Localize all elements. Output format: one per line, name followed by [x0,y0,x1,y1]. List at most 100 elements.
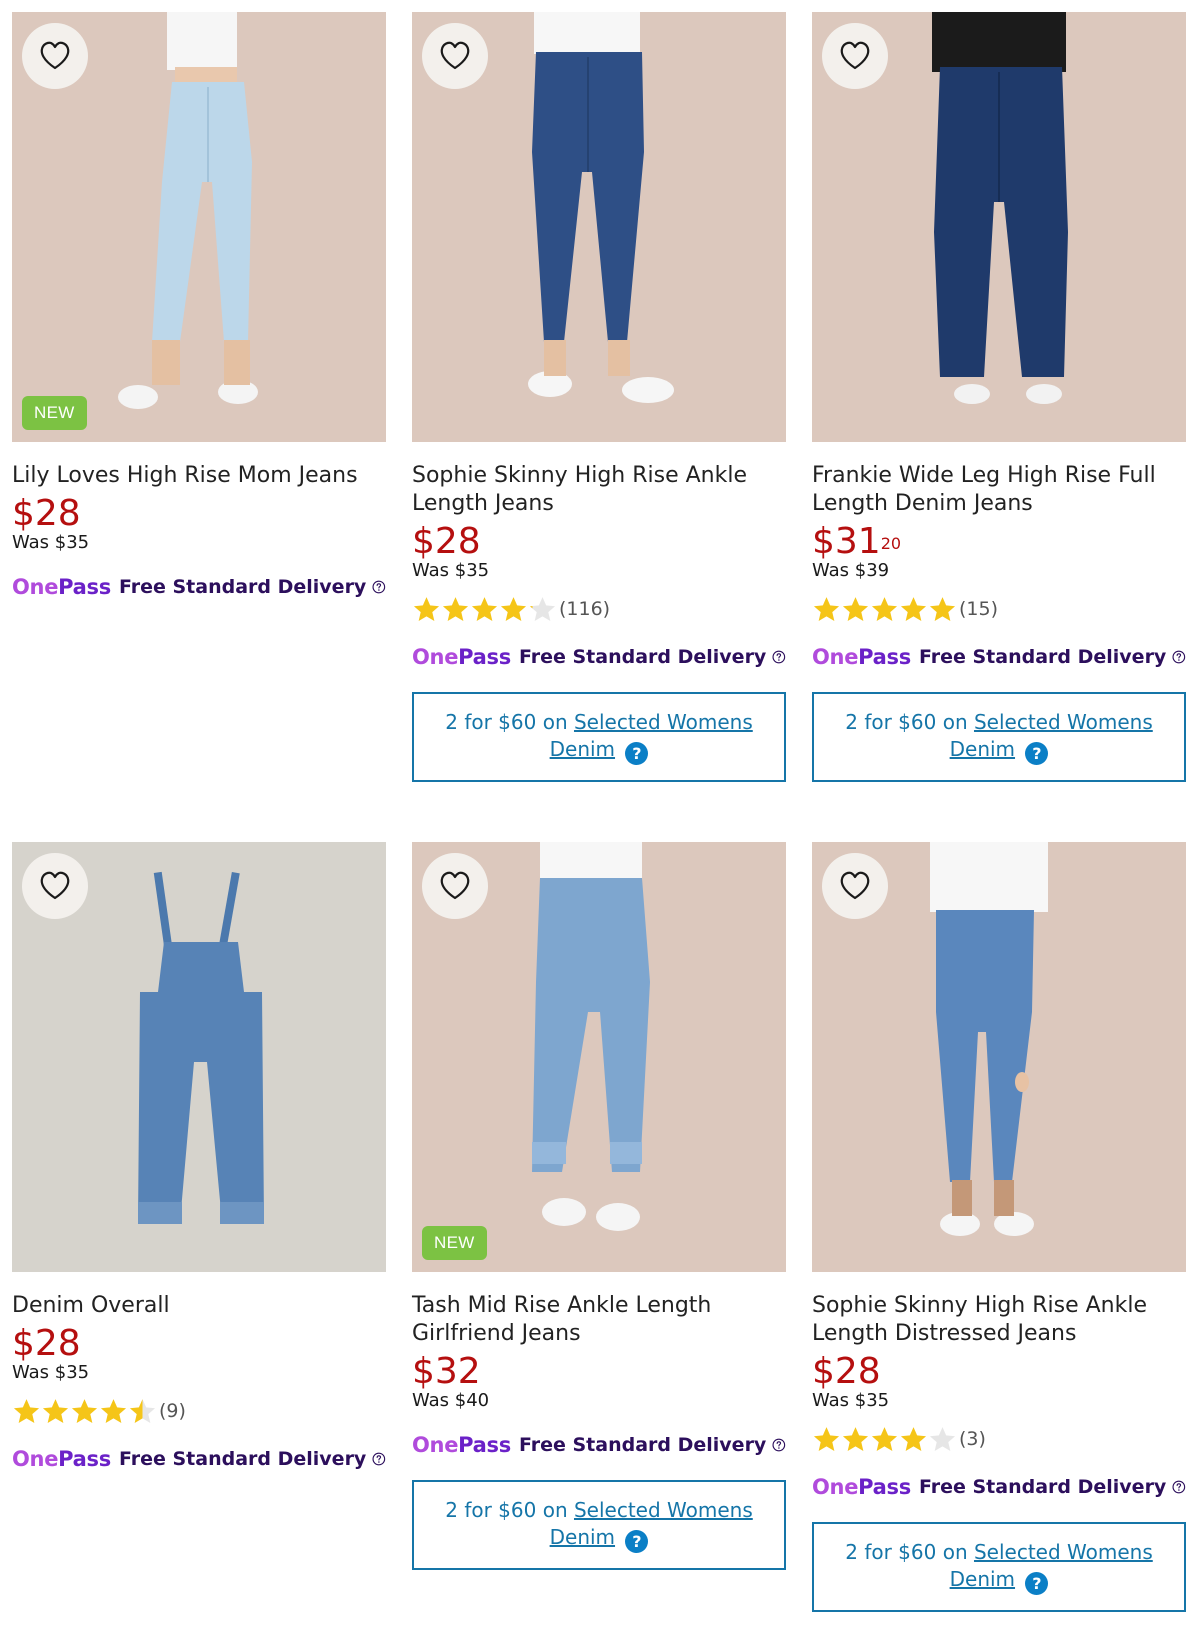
onepass-delivery: OnePass Free Standard Delivery [812,642,1186,672]
rating-stars [812,595,957,624]
promo-box[interactable]: 2 for $60 on Selected Womens Denim ? [812,1522,1186,1612]
star-icon [71,1398,98,1423]
star-icon [42,1398,69,1423]
product-title[interactable]: Frankie Wide Leg High Rise Full Length De… [812,462,1186,518]
help-circle-icon[interactable] [1172,1477,1186,1497]
wishlist-button[interactable] [822,853,888,919]
wishlist-button[interactable] [22,23,88,89]
onepass-delivery: OnePass Free Standard Delivery [12,572,386,602]
was-price: Was $35 [812,1390,890,1411]
product-title-link[interactable]: Frankie Wide Leg High Rise Full Length De… [812,463,1156,516]
help-icon[interactable]: ? [1025,1572,1049,1595]
onepass-logo: OnePass [412,1433,511,1457]
wishlist-button[interactable] [22,853,88,919]
star-icon [129,1398,156,1423]
help-circle-icon[interactable] [1172,647,1186,667]
product-title[interactable]: Tash Mid Rise Ankle Length Girlfriend Jea… [412,1292,786,1348]
promo-box[interactable]: 2 for $60 on Selected Womens Denim ? [412,692,786,782]
delivery-label: Free Standard Delivery [918,646,1167,668]
onepass-delivery: OnePass Free Standard Delivery [412,1430,786,1460]
product-title[interactable]: Sophie Skinny High Rise Ankle Length Jean… [412,462,786,518]
rating-count: (3) [959,1428,986,1450]
product-card[interactable]: Sophie Skinny High Rise Ankle Length Jean… [412,12,786,782]
promo-link[interactable]: Denim [950,1567,1015,1591]
product-image[interactable] [812,842,1186,1272]
promo-link[interactable]: Selected Womens [574,1498,753,1522]
delivery-label: Free Standard Delivery [118,576,367,598]
promo-box[interactable]: 2 for $60 on Selected Womens Denim ? [412,1480,786,1570]
product-grid: NEW Lily Loves High Rise Mom Jeans $28 W… [0,0,1200,1632]
product-image[interactable] [812,12,1186,442]
wishlist-button[interactable] [422,23,488,89]
product-card[interactable]: NEW Tash Mid Rise Ankle Length Girlfriend… [412,842,786,1570]
onepass-logo: OnePass [12,1447,111,1471]
product-rating[interactable]: (3) [812,1424,1186,1454]
help-circle-icon[interactable] [772,1435,786,1455]
rating-count: (9) [159,1400,186,1422]
was-price: Was $39 [812,560,890,581]
product-title-link[interactable]: Tash Mid Rise Ankle Length Girlfriend Jea… [412,1293,711,1346]
promo-link[interactable]: Denim [550,1525,615,1549]
help-icon[interactable]: ? [625,1530,649,1553]
was-price: Was $35 [412,560,490,581]
product-image[interactable]: NEW [12,12,386,442]
product-rating[interactable]: (116) [412,594,786,624]
product-rating[interactable]: (15) [812,594,1186,624]
promo-link[interactable]: Selected Womens [574,710,753,734]
help-circle-icon[interactable] [772,647,786,667]
onepass-delivery: OnePass Free Standard Delivery [812,1472,1186,1502]
product-price: $28 [412,521,481,562]
promo-text: 2 for $60 on [845,710,968,734]
help-circle-icon[interactable] [372,577,386,597]
delivery-label: Free Standard Delivery [518,1434,767,1456]
onepass-logo: OnePass [812,645,911,669]
product-title-link[interactable]: Lily Loves High Rise Mom Jeans [12,463,358,488]
promo-text: 2 for $60 on [845,1540,968,1564]
product-title[interactable]: Denim Overall [12,1292,386,1320]
star-icon [100,1398,127,1423]
rating-stars [812,1425,957,1454]
star-icon [842,596,869,621]
product-card[interactable]: Frankie Wide Leg High Rise Full Length De… [812,12,1186,782]
heart-icon [440,41,470,70]
was-price: Was $35 [12,532,90,553]
onepass-logo: OnePass [812,1475,911,1499]
wishlist-button[interactable] [422,853,488,919]
product-title-link[interactable]: Denim Overall [12,1293,170,1318]
promo-link[interactable]: Denim [950,737,1015,761]
promo-link[interactable]: Selected Womens [974,710,1153,734]
product-title[interactable]: Sophie Skinny High Rise Ankle Length Dist… [812,1292,1186,1348]
delivery-label: Free Standard Delivery [518,646,767,668]
help-icon[interactable]: ? [1025,742,1049,765]
product-rating[interactable]: (9) [12,1396,386,1426]
new-badge: NEW [22,396,87,430]
heart-icon [40,41,70,70]
promo-link[interactable]: Selected Womens [974,1540,1153,1564]
promo-box[interactable]: 2 for $60 on Selected Womens Denim ? [812,692,1186,782]
help-circle-icon[interactable] [372,1449,386,1469]
onepass-delivery: OnePass Free Standard Delivery [12,1444,386,1474]
product-image[interactable] [12,842,386,1272]
product-price: $28 [12,1323,81,1364]
star-icon [929,596,956,621]
product-card[interactable]: Denim Overall $28 Was $35 (9) OnePass Fr… [12,842,386,1474]
product-price: $28 [812,1351,881,1392]
star-icon [813,596,840,621]
product-card[interactable]: NEW Lily Loves High Rise Mom Jeans $28 W… [12,12,386,602]
product-card[interactable]: Sophie Skinny High Rise Ankle Length Dist… [812,842,1186,1612]
star-icon [871,596,898,621]
star-icon [442,596,469,621]
product-title[interactable]: Lily Loves High Rise Mom Jeans [12,462,386,490]
wishlist-button[interactable] [822,23,888,89]
help-icon[interactable]: ? [625,742,649,765]
product-image[interactable] [412,12,786,442]
rating-stars [412,595,557,624]
rating-count: (116) [559,598,611,620]
was-price: Was $40 [412,1390,490,1411]
onepass-delivery: OnePass Free Standard Delivery [412,642,786,672]
product-title-link[interactable]: Sophie Skinny High Rise Ankle Length Dist… [812,1293,1147,1346]
promo-link[interactable]: Denim [550,737,615,761]
star-icon [500,596,527,621]
product-title-link[interactable]: Sophie Skinny High Rise Ankle Length Jean… [412,463,747,516]
product-image[interactable]: NEW [412,842,786,1272]
